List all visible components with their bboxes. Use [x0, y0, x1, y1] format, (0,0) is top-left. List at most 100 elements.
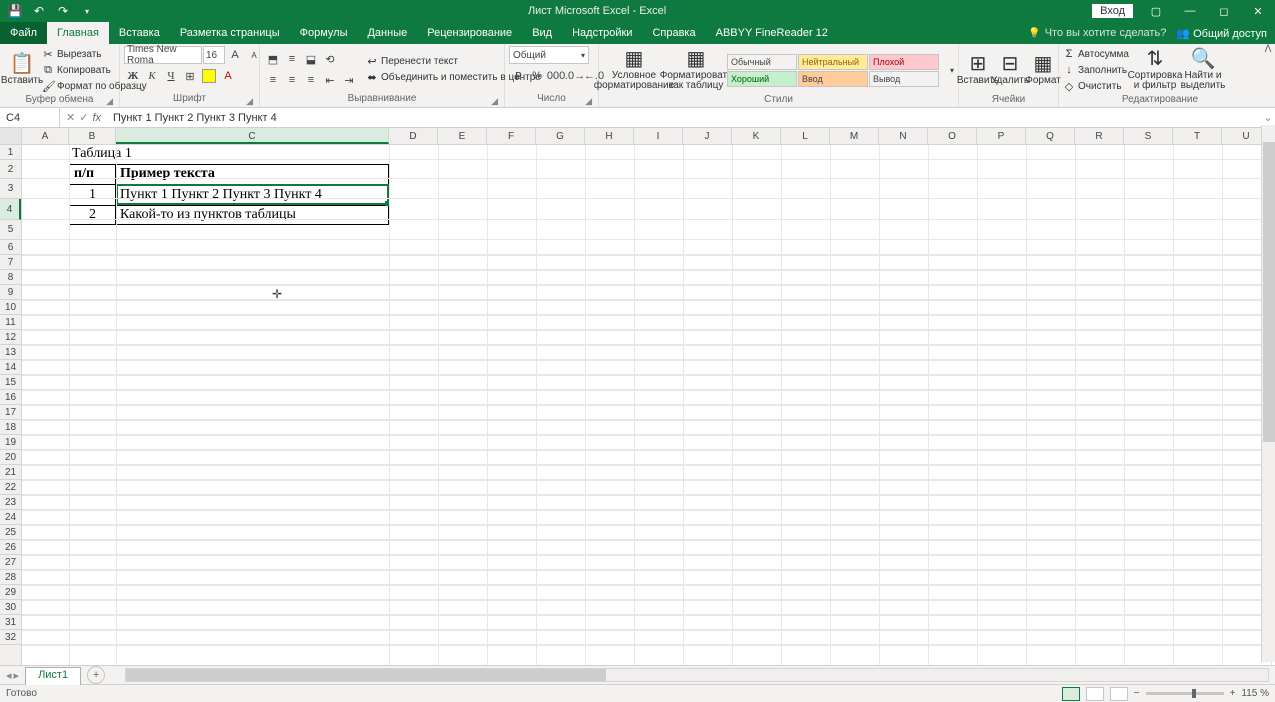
- tab-help[interactable]: Справка: [642, 22, 705, 44]
- number-launcher-icon[interactable]: ◢: [585, 96, 592, 107]
- tab-file[interactable]: Файл: [0, 22, 47, 44]
- col-header-L[interactable]: L: [781, 128, 830, 144]
- tab-home[interactable]: Главная: [47, 22, 109, 44]
- col-header-G[interactable]: G: [536, 128, 585, 144]
- cell-b3[interactable]: п/п: [74, 166, 94, 182]
- qat-customize-icon[interactable]: ▾: [76, 1, 98, 21]
- view-page-break-icon[interactable]: [1110, 687, 1128, 701]
- font-launcher-icon[interactable]: ◢: [246, 96, 253, 107]
- row-header-1[interactable]: 1: [0, 145, 21, 160]
- close-icon[interactable]: ✕: [1241, 0, 1275, 22]
- col-header-A[interactable]: A: [22, 128, 69, 144]
- align-top-icon[interactable]: ⬒: [264, 50, 282, 68]
- align-middle-icon[interactable]: ≡: [283, 50, 301, 68]
- orientation-icon[interactable]: ⟲: [321, 50, 339, 68]
- row-header-18[interactable]: 18: [0, 420, 21, 435]
- redo-icon[interactable]: ↷: [52, 1, 74, 21]
- row-header-9[interactable]: 9: [0, 285, 21, 300]
- collapse-ribbon-icon[interactable]: ᐱ: [1261, 44, 1275, 107]
- row-header-10[interactable]: 10: [0, 300, 21, 315]
- number-format-select[interactable]: Общий▾: [509, 46, 589, 64]
- style-output[interactable]: Вывод: [869, 71, 939, 87]
- cell-c4[interactable]: Пункт 1 Пункт 2 Пункт 3 Пункт 4: [120, 187, 322, 203]
- view-page-layout-icon[interactable]: [1086, 687, 1104, 701]
- clear-button[interactable]: ◇Очистить: [1063, 79, 1129, 94]
- view-normal-icon[interactable]: [1062, 687, 1080, 701]
- font-color-button[interactable]: A: [219, 67, 237, 85]
- row-header-31[interactable]: 31: [0, 615, 21, 630]
- row-header-11[interactable]: 11: [0, 315, 21, 330]
- tab-view[interactable]: Вид: [522, 22, 562, 44]
- save-icon[interactable]: 💾: [4, 1, 26, 21]
- style-normal[interactable]: Обычный: [727, 54, 797, 70]
- row-header-21[interactable]: 21: [0, 465, 21, 480]
- sheet-tab-1[interactable]: Лист1: [25, 667, 81, 685]
- format-cells-button[interactable]: ▦Формат: [1027, 46, 1059, 94]
- share-button[interactable]: 👥 Общий доступ: [1176, 27, 1267, 40]
- font-family-select[interactable]: Times New Roma: [124, 46, 202, 64]
- formula-input[interactable]: Пункт 1 Пункт 2 Пункт 3 Пункт 4: [107, 112, 1261, 124]
- cell-c5[interactable]: Какой-то из пунктов таблицы: [120, 207, 296, 223]
- row-header-30[interactable]: 30: [0, 600, 21, 615]
- row-header-4[interactable]: 4: [0, 199, 21, 220]
- percent-icon[interactable]: %: [528, 67, 546, 85]
- accept-fx-icon[interactable]: ✓: [79, 111, 88, 124]
- row-header-13[interactable]: 13: [0, 345, 21, 360]
- row-header-22[interactable]: 22: [0, 480, 21, 495]
- ribbon-options-icon[interactable]: ▢: [1139, 0, 1173, 22]
- tab-addins[interactable]: Надстройки: [562, 22, 642, 44]
- vertical-scrollbar[interactable]: [1261, 125, 1275, 662]
- find-select-button[interactable]: 🔍Найти ивыделить: [1181, 46, 1225, 94]
- row-header-2[interactable]: 2: [0, 160, 21, 179]
- align-left-icon[interactable]: ≡: [264, 71, 282, 89]
- col-header-J[interactable]: J: [683, 128, 732, 144]
- row-header-8[interactable]: 8: [0, 270, 21, 285]
- border-button[interactable]: ⊞: [181, 67, 199, 85]
- maximize-icon[interactable]: ◻: [1207, 0, 1241, 22]
- col-header-H[interactable]: H: [585, 128, 634, 144]
- row-header-24[interactable]: 24: [0, 510, 21, 525]
- row-header-32[interactable]: 32: [0, 630, 21, 645]
- delete-cells-button[interactable]: ⊟Удалить: [995, 46, 1025, 94]
- undo-icon[interactable]: ↶: [28, 1, 50, 21]
- style-input[interactable]: Ввод: [798, 71, 868, 87]
- inc-decimal-icon[interactable]: .0→: [566, 67, 584, 85]
- expand-formula-icon[interactable]: ⌄: [1261, 111, 1275, 124]
- autosum-button[interactable]: ΣАвтосумма: [1063, 47, 1129, 62]
- align-launcher-icon[interactable]: ◢: [491, 96, 498, 107]
- tab-layout[interactable]: Разметка страницы: [170, 22, 290, 44]
- zoom-out-icon[interactable]: −: [1134, 688, 1140, 699]
- login-button[interactable]: Вход: [1092, 4, 1133, 18]
- cell-b5[interactable]: 2: [89, 207, 96, 223]
- col-header-C[interactable]: C: [116, 128, 389, 144]
- tab-formulas[interactable]: Формулы: [290, 22, 358, 44]
- col-header-M[interactable]: M: [830, 128, 879, 144]
- col-header-B[interactable]: B: [69, 128, 116, 144]
- cell-b4[interactable]: 1: [89, 187, 96, 203]
- tell-me-search[interactable]: Что вы хотите сделать?: [1028, 27, 1166, 39]
- col-header-S[interactable]: S: [1124, 128, 1173, 144]
- col-header-I[interactable]: I: [634, 128, 683, 144]
- tab-abbyy[interactable]: ABBYY FineReader 12: [706, 22, 838, 44]
- col-header-O[interactable]: O: [928, 128, 977, 144]
- tab-data[interactable]: Данные: [357, 22, 417, 44]
- col-header-R[interactable]: R: [1075, 128, 1124, 144]
- italic-button[interactable]: К: [143, 67, 161, 85]
- col-header-T[interactable]: T: [1173, 128, 1222, 144]
- row-header-3[interactable]: 3: [0, 179, 21, 199]
- col-header-D[interactable]: D: [389, 128, 438, 144]
- row-header-14[interactable]: 14: [0, 360, 21, 375]
- fill-button[interactable]: ↓Заполнить: [1063, 63, 1129, 78]
- row-header-17[interactable]: 17: [0, 405, 21, 420]
- row-header-29[interactable]: 29: [0, 585, 21, 600]
- bold-button[interactable]: Ж: [124, 67, 142, 85]
- col-header-N[interactable]: N: [879, 128, 928, 144]
- sheet-nav-next-icon[interactable]: ▸: [14, 669, 20, 682]
- zoom-value[interactable]: 115 %: [1241, 688, 1269, 699]
- align-bottom-icon[interactable]: ⬓: [302, 50, 320, 68]
- style-bad[interactable]: Плохой: [869, 54, 939, 70]
- select-all-button[interactable]: [0, 128, 21, 145]
- paste-button[interactable]: 📋Вставить: [4, 46, 40, 94]
- vscroll-thumb[interactable]: [1263, 142, 1275, 442]
- col-header-F[interactable]: F: [487, 128, 536, 144]
